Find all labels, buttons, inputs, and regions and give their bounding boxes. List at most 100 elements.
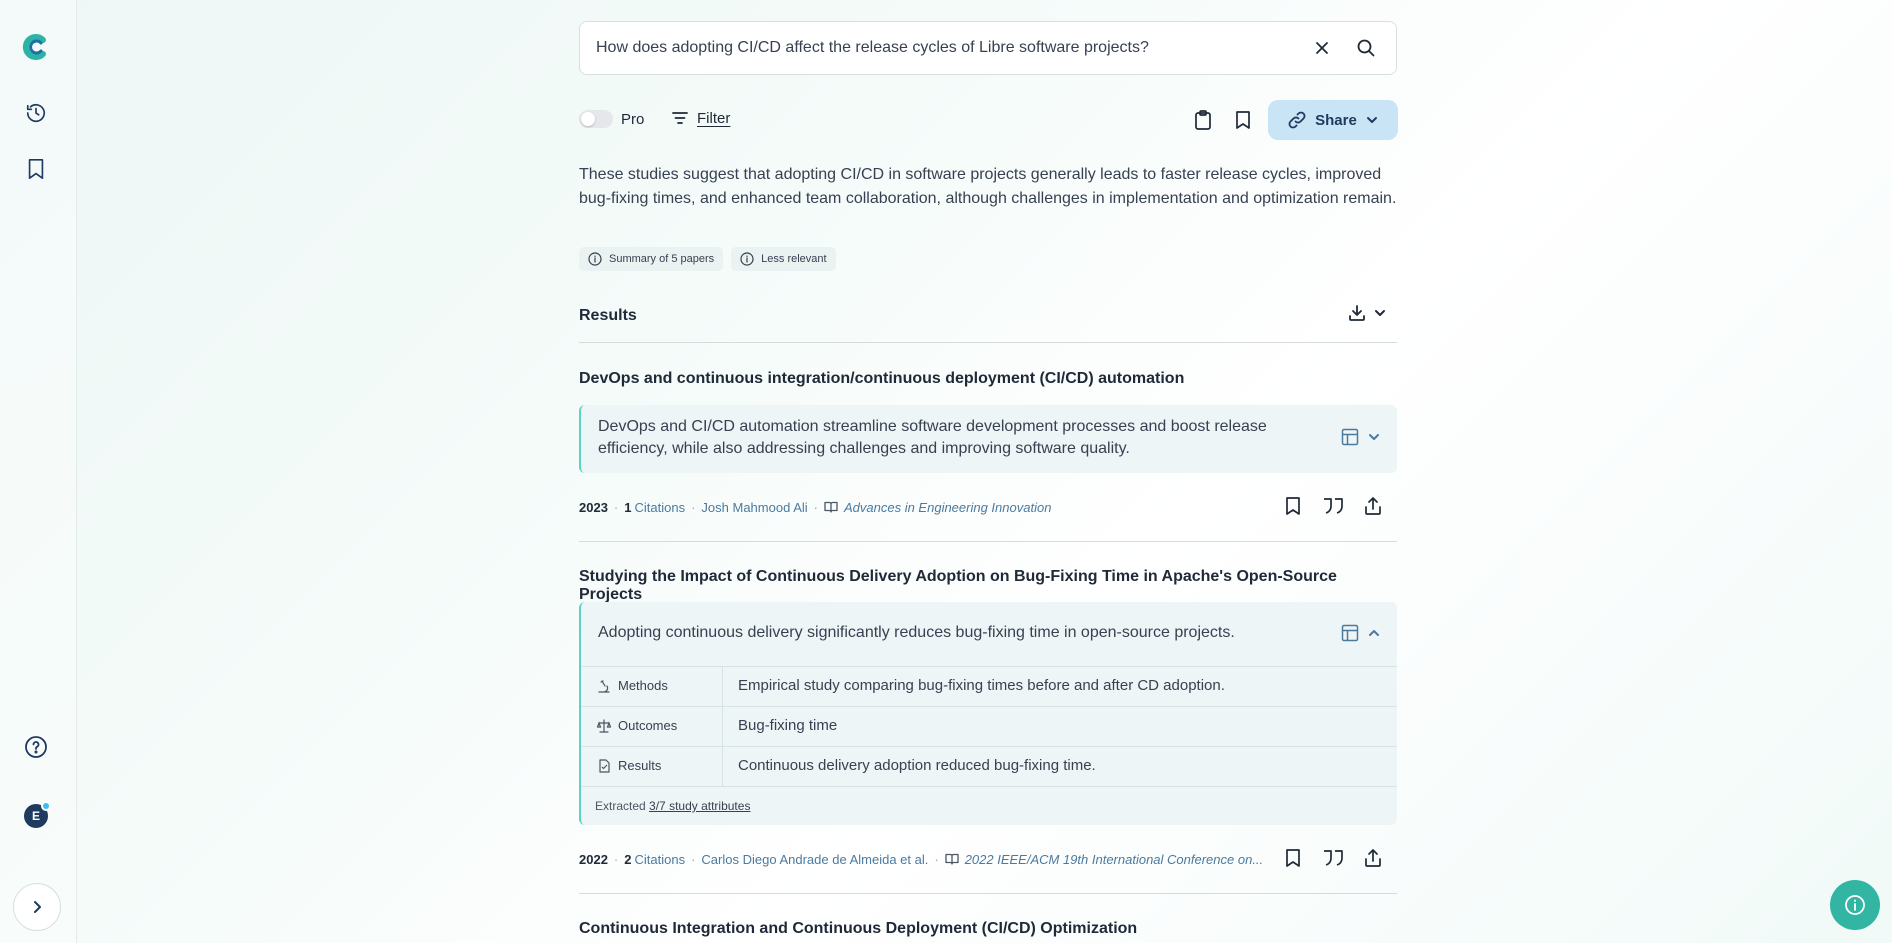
paper-journal[interactable]: Advances in Engineering Innovation	[844, 500, 1051, 515]
consensus-logo[interactable]	[19, 30, 53, 64]
expand-sidebar-button[interactable]	[13, 883, 61, 931]
summary-papers-chip[interactable]: Summary of 5 papers	[579, 247, 724, 271]
attribute-label-text: Methods	[618, 678, 668, 693]
paper-authors[interactable]: Carlos Diego Andrade de Almeida et al.	[701, 852, 928, 867]
user-avatar[interactable]: E	[19, 799, 53, 833]
history-icon	[26, 104, 46, 123]
study-attributes-table: Methods Empirical study comparing bug-fi…	[581, 666, 1397, 787]
save-paper-button[interactable]	[1279, 844, 1307, 872]
chevron-down-icon	[1369, 434, 1379, 440]
paper-meta: 2023 · 1 Citations · Josh Mahmood Ali · …	[579, 492, 1397, 522]
attribute-label: Outcomes	[597, 718, 677, 733]
search-button[interactable]	[1352, 34, 1380, 62]
expand-details-button[interactable]	[1341, 428, 1381, 446]
toggle-switch[interactable]	[579, 110, 613, 128]
paper-actions	[1279, 844, 1387, 872]
citation-count: 2	[624, 851, 632, 867]
chip-label: Less relevant	[761, 253, 827, 265]
download-button[interactable]	[1347, 303, 1387, 323]
paper-actions	[1279, 492, 1387, 520]
avatar-badge	[41, 801, 51, 811]
attribute-label-text: Results	[618, 758, 662, 773]
citations-link[interactable]: Citations	[635, 852, 686, 867]
chevron-up-icon	[1369, 630, 1379, 636]
help-button[interactable]	[19, 730, 53, 764]
filter-button[interactable]: Filter	[671, 109, 730, 127]
separator: ·	[613, 499, 619, 515]
paper-authors[interactable]: Josh Mahmood Ali	[701, 500, 807, 515]
pro-toggle[interactable]: Pro	[579, 110, 644, 128]
info-icon	[588, 252, 602, 266]
book-icon	[824, 501, 838, 513]
share-button[interactable]: Share	[1268, 100, 1398, 140]
search-bar	[579, 21, 1397, 75]
save-paper-button[interactable]	[1279, 492, 1307, 520]
avatar: E	[24, 801, 51, 828]
filter-icon	[672, 112, 688, 124]
less-relevant-chip[interactable]: Less relevant	[731, 247, 836, 271]
paper-journal[interactable]: 2022 IEEE/ACM 19th International Confere…	[965, 852, 1263, 867]
collapse-details-button[interactable]	[1341, 624, 1381, 642]
share-label: Share	[1315, 111, 1357, 129]
link-icon	[1288, 111, 1306, 129]
study-attributes-link[interactable]: 3/7 study attributes	[649, 799, 750, 813]
search-input[interactable]	[596, 39, 1308, 57]
column-divider	[722, 707, 723, 746]
history-button[interactable]	[19, 96, 53, 130]
clipboard-icon	[1195, 110, 1211, 130]
separator: ·	[813, 499, 818, 515]
extracted-prefix: Extracted	[595, 799, 646, 813]
close-icon	[1316, 42, 1328, 54]
paper-title[interactable]: Studying the Impact of Continuous Delive…	[579, 568, 1399, 604]
attribute-value: Continuous delivery adoption reduced bug…	[738, 757, 1096, 774]
microscope-icon	[598, 679, 610, 693]
help-icon	[25, 736, 47, 758]
avatar-initial: E	[31, 809, 40, 823]
share-icon	[1365, 849, 1381, 867]
paper-year: 2023	[579, 499, 608, 515]
results-header: Results	[579, 303, 1397, 343]
column-divider	[722, 747, 723, 786]
bookmark-icon	[1236, 111, 1250, 129]
attribute-value: Bug-fixing time	[738, 717, 838, 734]
save-search-button[interactable]	[1229, 106, 1257, 134]
toolbar: Pro Filter Share	[579, 100, 1398, 140]
separator: ·	[613, 851, 619, 867]
paper-year: 2022	[579, 851, 608, 867]
copy-button[interactable]	[1189, 106, 1217, 134]
bookmark-icon	[1286, 497, 1300, 515]
book-icon	[945, 853, 959, 865]
bookmark-icon	[1286, 849, 1300, 867]
info-fab-button[interactable]	[1830, 880, 1880, 930]
pro-label: Pro	[621, 110, 645, 128]
share-paper-button[interactable]	[1359, 844, 1387, 872]
paper-title[interactable]: Continuous Integration and Continuous De…	[579, 920, 1137, 938]
quote-icon	[1324, 498, 1343, 514]
paper-tldr-box: Adopting continuous delivery significant…	[579, 602, 1397, 825]
attribute-row-results: Results Continuous delivery adoption red…	[581, 746, 1397, 786]
divider	[579, 893, 1397, 894]
attribute-label-text: Outcomes	[618, 718, 678, 733]
cite-button[interactable]	[1319, 844, 1347, 872]
chip-label: Summary of 5 papers	[609, 253, 715, 265]
chevron-down-icon	[1366, 117, 1377, 123]
share-icon	[1365, 497, 1381, 515]
paper-title[interactable]: DevOps and continuous integration/contin…	[579, 370, 1184, 388]
attribute-table-bottom	[581, 786, 1397, 787]
sidebar: E	[0, 0, 77, 943]
citations-link[interactable]: Citations	[635, 500, 686, 515]
divider	[579, 541, 1397, 542]
logo-icon	[22, 34, 46, 60]
cite-button[interactable]	[1319, 492, 1347, 520]
bookmarks-button[interactable]	[19, 152, 53, 186]
paper-tldr: Adopting continuous delivery significant…	[598, 624, 1235, 641]
scale-icon	[597, 718, 611, 733]
info-icon	[740, 252, 754, 266]
summary-chips: Summary of 5 papers Less relevant	[579, 247, 836, 271]
clear-search-button[interactable]	[1308, 34, 1336, 62]
chevron-down-icon	[1375, 310, 1385, 316]
attribute-label: Results	[597, 758, 661, 773]
share-paper-button[interactable]	[1359, 492, 1387, 520]
column-divider	[722, 667, 723, 706]
citation-count: 1	[624, 499, 632, 515]
